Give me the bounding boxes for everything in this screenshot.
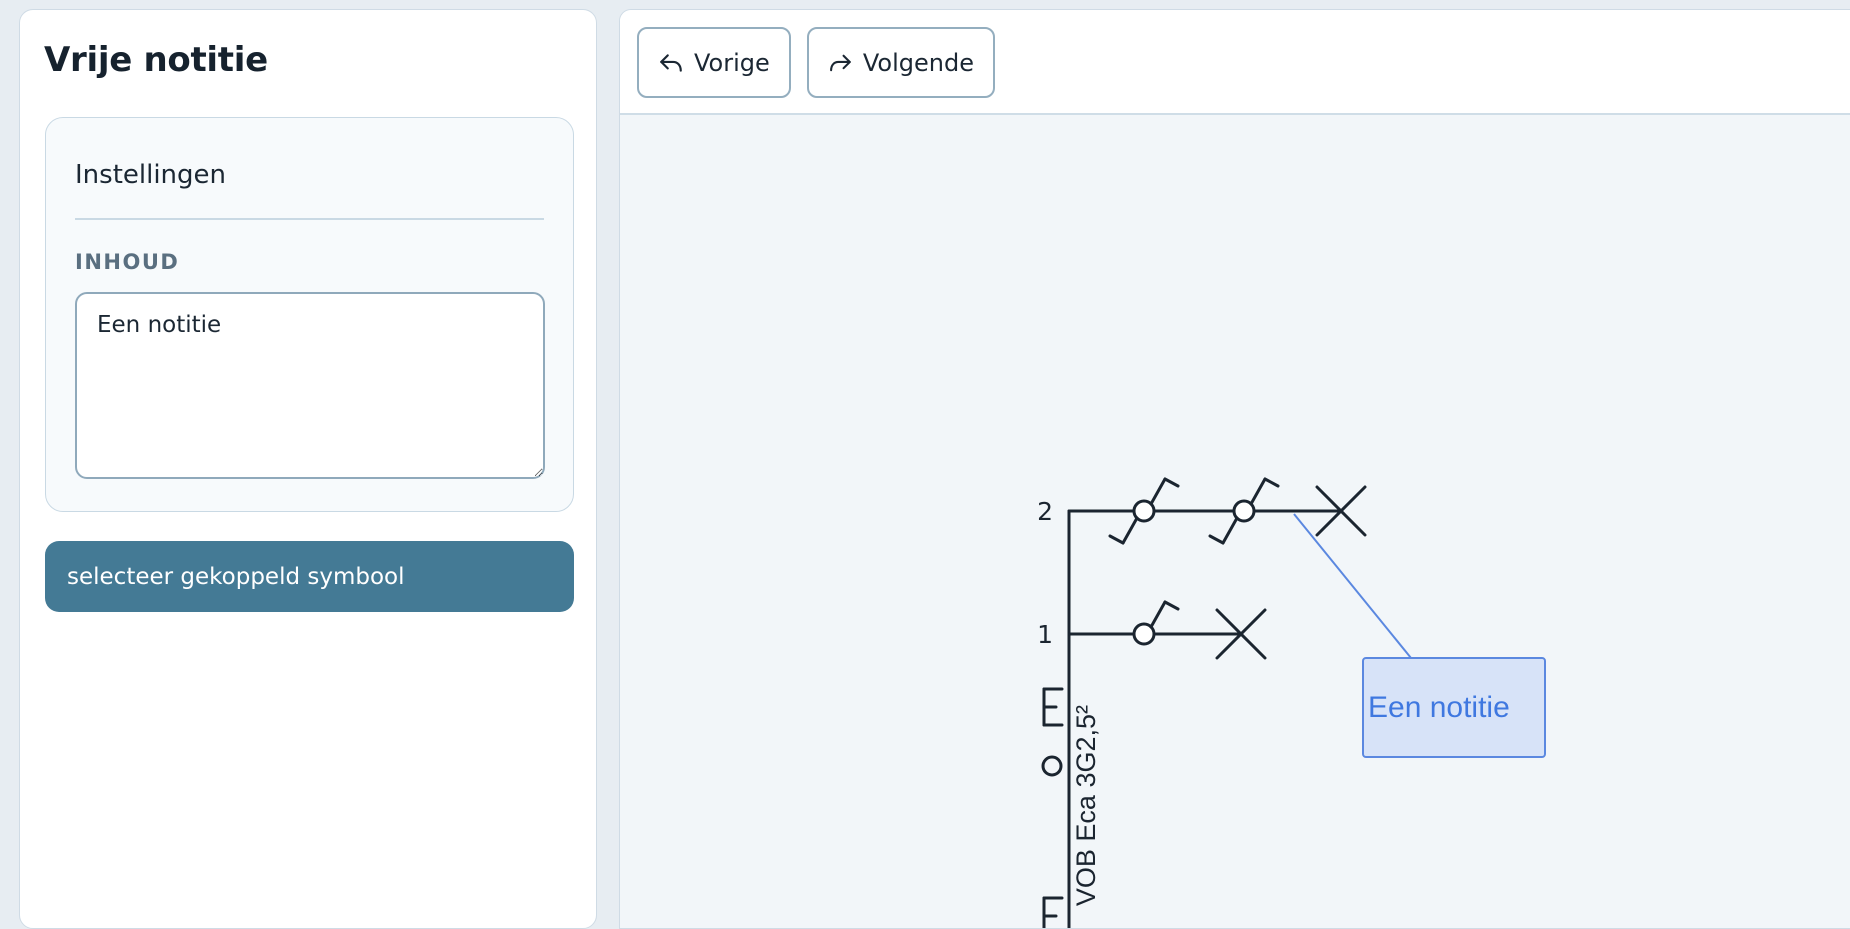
note-connector-line <box>1293 513 1412 659</box>
undo-button[interactable]: Vorige <box>637 27 791 98</box>
undo-label: Vorige <box>694 48 770 77</box>
note-text: Een notitie <box>1368 691 1510 724</box>
settings-divider <box>75 218 544 220</box>
circle-icon <box>1041 755 1063 777</box>
diagram-editor: Vorige Volgende 2 1 VOB Eca 3G2,5² Een n… <box>619 9 1850 929</box>
editor-toolbar: Vorige Volgende <box>620 10 1850 115</box>
settings-card: Instellingen INHOUD Een notitie <box>45 117 574 512</box>
earth-icon <box>1042 687 1064 727</box>
single-line-diagram: 2 1 VOB Eca 3G2,5² Een notitie <box>1037 477 1546 928</box>
panel-title: Vrije notitie <box>44 40 268 80</box>
redo-button[interactable]: Volgende <box>807 27 995 98</box>
earth-icon <box>1042 896 1064 928</box>
circuit-number-1: 1 <box>1037 620 1053 649</box>
select-linked-symbol-button[interactable]: selecteer gekoppeld symbool <box>45 541 574 612</box>
diagram-canvas[interactable]: 2 1 VOB Eca 3G2,5² Een notitie <box>620 115 1850 928</box>
content-label: INHOUD <box>75 250 180 274</box>
circuit-number-2: 2 <box>1037 497 1053 526</box>
cable-label: VOB Eca 3G2,5² <box>1071 705 1101 906</box>
redo-label: Volgende <box>862 48 974 77</box>
settings-title: Instellingen <box>75 160 227 190</box>
switch-icon[interactable] <box>1132 600 1180 646</box>
note-annotation[interactable]: Een notitie <box>1362 657 1546 758</box>
properties-panel: Vrije notitie Instellingen INHOUD Een no… <box>19 9 597 929</box>
redo-icon <box>830 54 851 71</box>
undo-icon <box>660 53 682 72</box>
note-content-textarea[interactable]: Een notitie <box>75 292 545 479</box>
